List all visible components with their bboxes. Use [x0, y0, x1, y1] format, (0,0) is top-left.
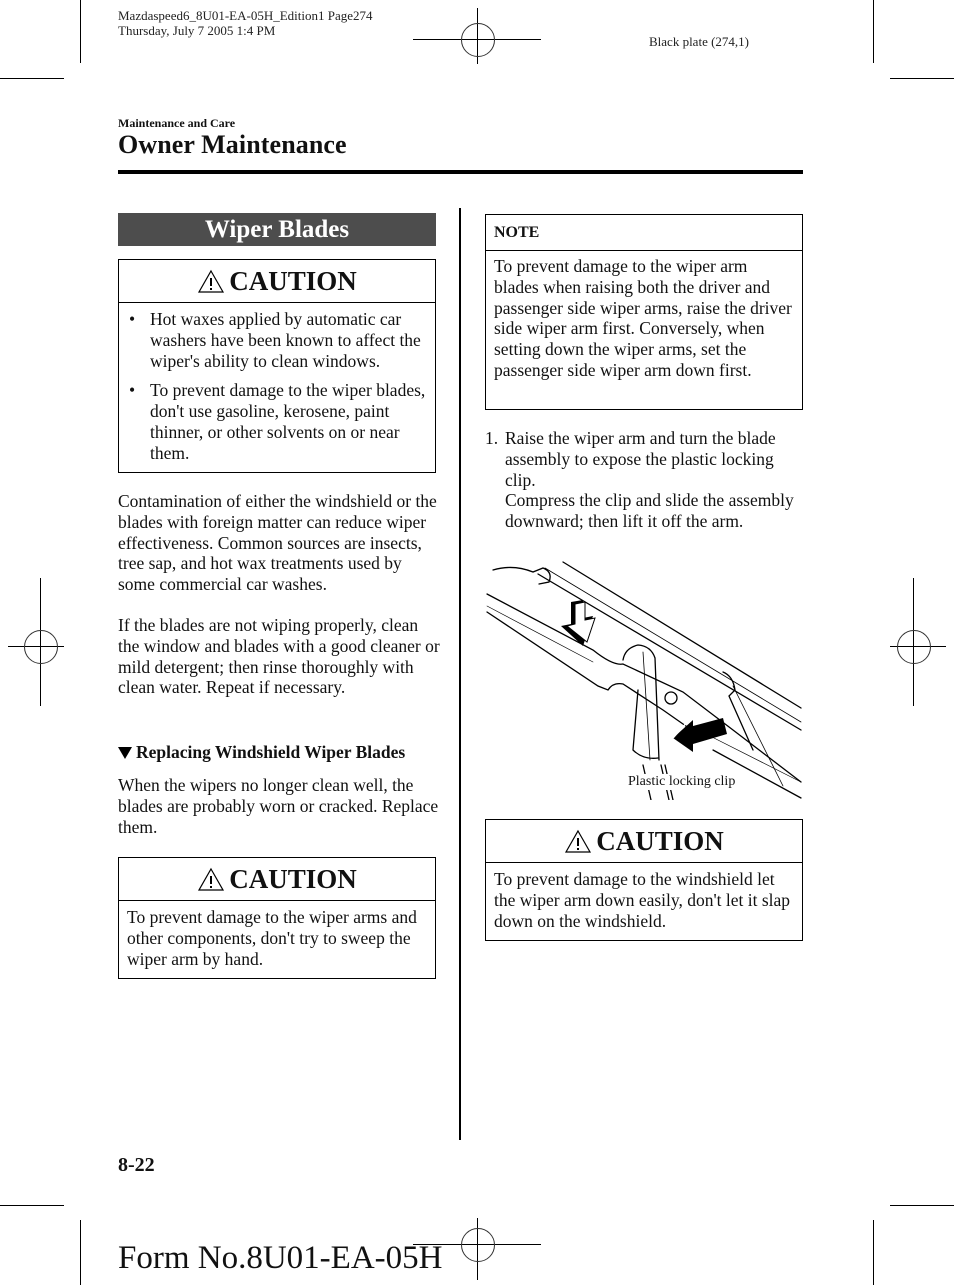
page-title: Owner Maintenance: [118, 130, 347, 159]
bullet-dot: •: [129, 309, 136, 329]
date-line: Thursday, July 7 2005 1:4 PM: [118, 23, 276, 38]
step-1: 1. Raise the wiper arm and turn the blad…: [485, 428, 803, 532]
illustration-callout: Plastic locking clip: [627, 774, 737, 790]
print-metadata: Mazdaspeed6_8U01-EA-05H_Edition1 Page274…: [118, 8, 373, 38]
title-rule: [118, 170, 803, 174]
step-line: Compress the clip and slide the assembly…: [505, 490, 794, 532]
wiper-illustration: [486, 561, 802, 800]
step-text: Raise the wiper arm and turn the blade a…: [505, 428, 803, 532]
caution-body: To prevent damage to the windshield let …: [494, 869, 791, 931]
column-divider: [459, 208, 461, 1140]
caution-bullet: • Hot waxes applied by automatic car was…: [127, 309, 427, 371]
warning-triangle-icon: [198, 269, 225, 293]
crop-mark: [80, 1220, 81, 1285]
form-number: Form No.8U01-EA-05H: [118, 1240, 443, 1276]
section-heading: Wiper Blades: [118, 213, 436, 246]
subheading-replacing: Replacing Windshield Wiper Blades: [118, 742, 405, 763]
bullet-text: To prevent damage to the wiper blades, d…: [150, 380, 426, 463]
file-line: Mazdaspeed6_8U01-EA-05H_Edition1 Page274: [118, 8, 373, 23]
caution-bullet: • To prevent damage to the wiper blades,…: [127, 380, 427, 463]
caution-body: • Hot waxes applied by automatic car was…: [119, 303, 435, 472]
caution-title: CAUTION: [596, 825, 724, 856]
paragraph-cleaning: If the blades are not wiping properly, c…: [118, 615, 440, 698]
page-number: 8-22: [118, 1154, 155, 1176]
caution-box-2: CAUTION To prevent damage to the wiper a…: [118, 857, 436, 979]
caution-title: CAUTION: [229, 265, 357, 296]
crop-mark: [873, 0, 874, 63]
note-header: NOTE: [486, 215, 802, 251]
crop-mark: [890, 78, 954, 79]
warning-triangle-icon: [565, 829, 592, 853]
step-number: 1.: [485, 428, 499, 448]
crop-mark: [80, 0, 81, 63]
caution-header: CAUTION: [119, 260, 435, 303]
paragraph-contamination: Contamination of either the windshield o…: [118, 491, 437, 595]
note-box: NOTE To prevent damage to the wiper arm …: [485, 214, 803, 410]
crop-mark: [873, 1220, 874, 1285]
arm-edge: [486, 593, 802, 783]
warning-triangle-icon: [198, 867, 225, 891]
caution-box-1: CAUTION • Hot waxes applied by automatic…: [118, 259, 436, 473]
clip-loop: [642, 651, 651, 761]
section-label: Maintenance and Care: [118, 116, 236, 130]
caution-body: To prevent damage to the wiper arms and …: [127, 907, 417, 969]
triangle-bullet-icon: [118, 746, 132, 759]
subheading-text: Replacing Windshield Wiper Blades: [136, 742, 406, 762]
caution-header: CAUTION: [119, 858, 435, 901]
caution-box-3: CAUTION To prevent damage to the windshi…: [485, 819, 803, 941]
bullet-text: Hot waxes applied by automatic car washe…: [150, 309, 421, 371]
caution-header: CAUTION: [486, 820, 802, 863]
plate-label: Black plate (274,1): [649, 34, 749, 49]
crop-mark: [890, 1205, 954, 1206]
pin: [664, 691, 678, 705]
clip-loop: [632, 689, 659, 759]
note-body: To prevent damage to the wiper arm blade…: [494, 256, 792, 380]
bullet-dot: •: [129, 380, 136, 401]
paragraph-replace: When the wipers no longer clean well, th…: [118, 775, 439, 837]
crop-mark: [0, 1205, 64, 1206]
arm-edge: [486, 611, 704, 739]
clip-loop: [622, 644, 660, 761]
crop-mark: [0, 78, 64, 79]
step-line: Raise the wiper arm and turn the blade a…: [505, 428, 776, 490]
down-arrow-icon: [561, 600, 596, 646]
caution-title: CAUTION: [229, 863, 357, 894]
blade-line: [537, 573, 802, 731]
